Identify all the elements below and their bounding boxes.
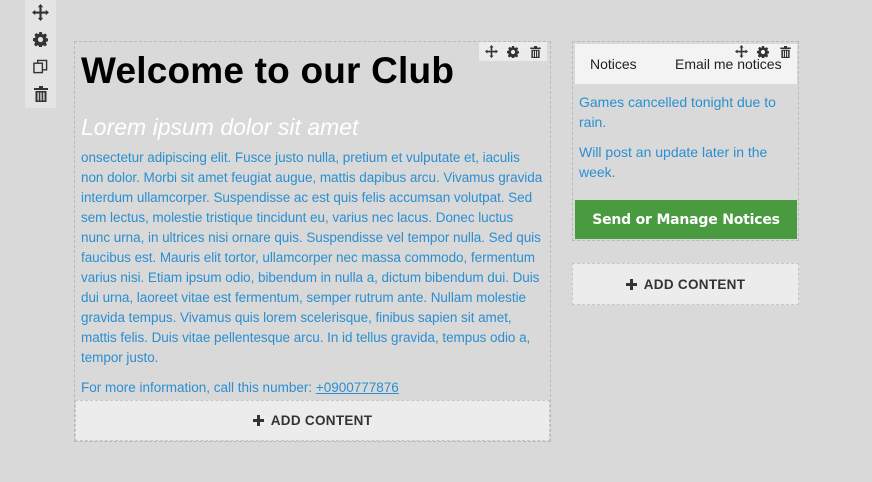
add-content-label: ADD CONTENT [643,276,746,292]
main-text-widget[interactable]: Welcome to our Club Lorem ipsum dolor si… [74,41,551,442]
main-content: Welcome to our Club Lorem ipsum dolor si… [75,42,550,398]
add-content-button-sidebar[interactable]: ADD CONTENT [572,263,799,305]
trash-icon[interactable] [527,44,543,60]
contact-label: For more information, call this number: [81,380,316,395]
add-content-button[interactable]: ADD CONTENT [75,400,550,441]
notices-list: Games cancelled tonight due to rain. Wil… [579,92,789,192]
contact-line: For more information, call this number: … [81,378,543,398]
notice-item[interactable]: Games cancelled tonight due to rain. [579,92,789,132]
page-subtitle: Lorem ipsum dolor sit amet [81,114,359,140]
notice-item[interactable]: Will post an update later in the week. [579,142,789,182]
gear-icon[interactable] [505,44,521,60]
left-toolbar [25,0,56,108]
notices-widget-tools [729,42,797,61]
move-icon[interactable] [483,44,499,60]
gear-icon[interactable] [755,44,771,60]
move-icon[interactable] [733,44,749,60]
plus-icon [625,278,637,290]
move-icon[interactable] [32,3,50,22]
trash-icon[interactable] [777,44,793,60]
phone-link[interactable]: +0900777876 [316,380,399,395]
send-manage-notices-button[interactable]: Send or Manage Notices [575,200,797,239]
page-title: Welcome to our Club [81,50,455,91]
trash-icon[interactable] [32,84,50,103]
add-content-label: ADD CONTENT [270,413,373,428]
notices-widget[interactable]: Notices Email me notices Games cancelled… [572,41,799,241]
body-text: onsectetur adipiscing elit. Fusce justo … [81,150,543,365]
tab-notices[interactable]: Notices [590,56,637,72]
copy-icon[interactable] [32,57,50,76]
main-widget-tools [479,42,547,61]
gear-icon[interactable] [32,30,50,49]
plus-icon [252,415,264,426]
